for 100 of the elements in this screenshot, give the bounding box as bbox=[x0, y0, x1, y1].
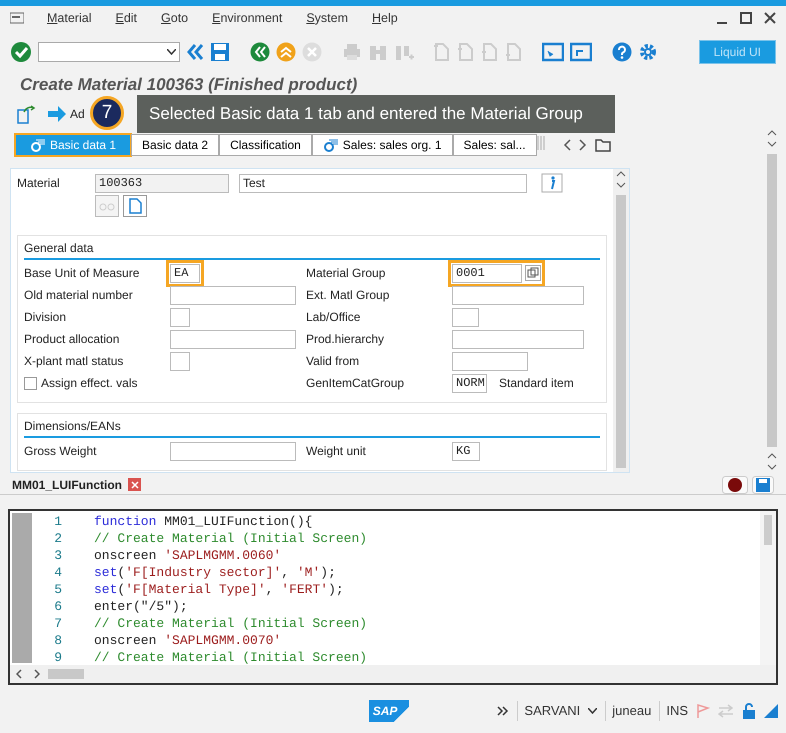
scrollbar-thumb[interactable] bbox=[764, 515, 772, 545]
line-number: 3 bbox=[53, 547, 62, 564]
scrollbar-thumb[interactable] bbox=[48, 669, 84, 679]
code-line: // Create Material (Initial Screen) bbox=[94, 530, 368, 547]
checkmark-icon[interactable] bbox=[10, 41, 32, 63]
input-field[interactable] bbox=[452, 286, 584, 304]
chevron-right-icon[interactable] bbox=[578, 139, 587, 151]
callout-text: Selected Basic data 1 tab and entered the Material Group bbox=[137, 95, 615, 133]
field-label: Valid from bbox=[306, 353, 360, 370]
checkbox-label: Assign effect. vals bbox=[41, 375, 138, 392]
tab[interactable]: Sales: sales org. 1 bbox=[312, 134, 453, 156]
checkbox[interactable] bbox=[24, 376, 37, 390]
input-field[interactable] bbox=[452, 330, 584, 348]
code-line: enter("/5"); bbox=[94, 598, 188, 615]
window-arrow-icon[interactable] bbox=[570, 42, 592, 62]
material-number-field[interactable]: 100363 bbox=[95, 174, 229, 192]
field-label: Product allocation bbox=[24, 331, 120, 348]
field-label: Lab/Office bbox=[306, 309, 362, 326]
code-line: set('F[Industry sector]', 'M'); bbox=[94, 564, 336, 581]
input-field[interactable]: NORM bbox=[452, 374, 487, 392]
menu-item[interactable]: Material bbox=[46, 8, 92, 28]
input-field[interactable] bbox=[170, 286, 296, 304]
field-label: GenItemCatGroup bbox=[306, 375, 406, 392]
save-icon[interactable] bbox=[752, 476, 774, 494]
input-field[interactable]: KG bbox=[452, 442, 480, 460]
editor-tab[interactable]: MM01_LUIFunction bbox=[12, 476, 122, 494]
arrow-right-icon[interactable] bbox=[48, 106, 66, 122]
field-label: Gross Weight bbox=[24, 443, 98, 460]
screen-title: Create Material 100363 (Finished product) bbox=[19, 74, 358, 96]
input-field[interactable]: EA bbox=[170, 264, 200, 282]
line-number: 1 bbox=[53, 513, 62, 530]
input-field[interactable] bbox=[452, 352, 528, 370]
system-name[interactable]: SARVANI bbox=[517, 701, 580, 721]
menu-item[interactable]: Environment bbox=[211, 8, 284, 28]
line-number: 2 bbox=[53, 530, 62, 547]
tab[interactable]: Basic data 2 bbox=[131, 134, 220, 156]
section-title: Dimensions/EANs bbox=[24, 414, 600, 438]
horizontal-scrollbar[interactable] bbox=[10, 665, 776, 683]
field-label: Division bbox=[24, 309, 68, 326]
back-icon[interactable] bbox=[250, 42, 270, 62]
flag-icon[interactable] bbox=[696, 703, 710, 719]
field-label: Material bbox=[17, 175, 61, 192]
chevron-left-icon[interactable] bbox=[562, 139, 571, 151]
code-line: function MM01_LUIFunction(){ bbox=[94, 513, 312, 530]
line-number: 8 bbox=[53, 632, 62, 649]
code-line: set('F[Material Type]', 'FERT'); bbox=[94, 581, 344, 598]
padlock-icon[interactable] bbox=[742, 703, 756, 719]
maximize-icon[interactable] bbox=[740, 12, 752, 24]
code-editor[interactable] bbox=[8, 509, 778, 685]
field-label: Old material number bbox=[24, 287, 134, 304]
export-icon[interactable] bbox=[16, 104, 36, 124]
field-label: X-plant matl status bbox=[24, 353, 124, 370]
menu-item[interactable]: System bbox=[305, 8, 350, 28]
logo: SAP bbox=[368, 700, 410, 722]
input-field[interactable] bbox=[452, 308, 479, 326]
tab[interactable]: Sales: sal... bbox=[452, 134, 537, 156]
field-label: Prod.hierarchy bbox=[306, 331, 386, 348]
info-icon[interactable] bbox=[541, 173, 563, 193]
field-label: Weight unit bbox=[306, 443, 367, 460]
up-icon[interactable] bbox=[276, 42, 296, 62]
document-icon[interactable] bbox=[123, 195, 147, 217]
code-line: // Create Material (Initial Screen) bbox=[94, 649, 368, 665]
input-field[interactable] bbox=[170, 330, 296, 348]
command-field[interactable] bbox=[38, 42, 180, 62]
field-label: Base Unit of Measure bbox=[24, 265, 140, 282]
settings-icon[interactable] bbox=[638, 42, 658, 62]
help-icon[interactable] bbox=[612, 42, 632, 62]
input-field[interactable]: 0001 bbox=[452, 264, 522, 282]
section-title: General data bbox=[24, 236, 600, 260]
line-number: 6 bbox=[53, 598, 62, 615]
field-note: Standard item bbox=[499, 375, 574, 392]
tab[interactable]: Classification bbox=[219, 134, 312, 156]
input-field[interactable] bbox=[170, 352, 190, 370]
line-number: 5 bbox=[53, 581, 62, 598]
line-number: 9 bbox=[53, 649, 62, 665]
close-tab-button[interactable] bbox=[128, 478, 141, 491]
folder-icon[interactable] bbox=[594, 138, 611, 152]
caret-icon[interactable] bbox=[588, 708, 598, 714]
resize-grip-icon bbox=[764, 704, 778, 718]
menu-item[interactable]: Goto bbox=[160, 8, 190, 28]
save-icon[interactable] bbox=[210, 42, 230, 62]
menu-item[interactable]: Help bbox=[371, 8, 399, 28]
toolbar-label[interactable]: Ad bbox=[70, 105, 85, 123]
input-field[interactable] bbox=[170, 308, 190, 326]
description-field[interactable]: Test bbox=[239, 174, 527, 192]
record-icon[interactable] bbox=[722, 476, 748, 494]
tab-list-icon[interactable] bbox=[536, 134, 547, 152]
double-chevron-icon[interactable] bbox=[186, 43, 204, 61]
double-chevron-right-icon[interactable] bbox=[497, 705, 510, 717]
menu-item[interactable]: Edit bbox=[114, 8, 138, 28]
copy-icon[interactable] bbox=[525, 265, 541, 281]
code-line: onscreen 'SAPLMGMM.0060' bbox=[94, 547, 282, 564]
scroll-arrows-icon[interactable] bbox=[16, 669, 40, 679]
input-field[interactable] bbox=[170, 442, 296, 460]
close-icon[interactable] bbox=[764, 12, 776, 24]
server-name: juneau bbox=[605, 701, 652, 721]
line-number: 4 bbox=[53, 564, 62, 581]
field-label: Material Group bbox=[306, 265, 386, 282]
scrollbar[interactable] bbox=[613, 169, 629, 472]
menu-icon[interactable] bbox=[10, 12, 24, 24]
